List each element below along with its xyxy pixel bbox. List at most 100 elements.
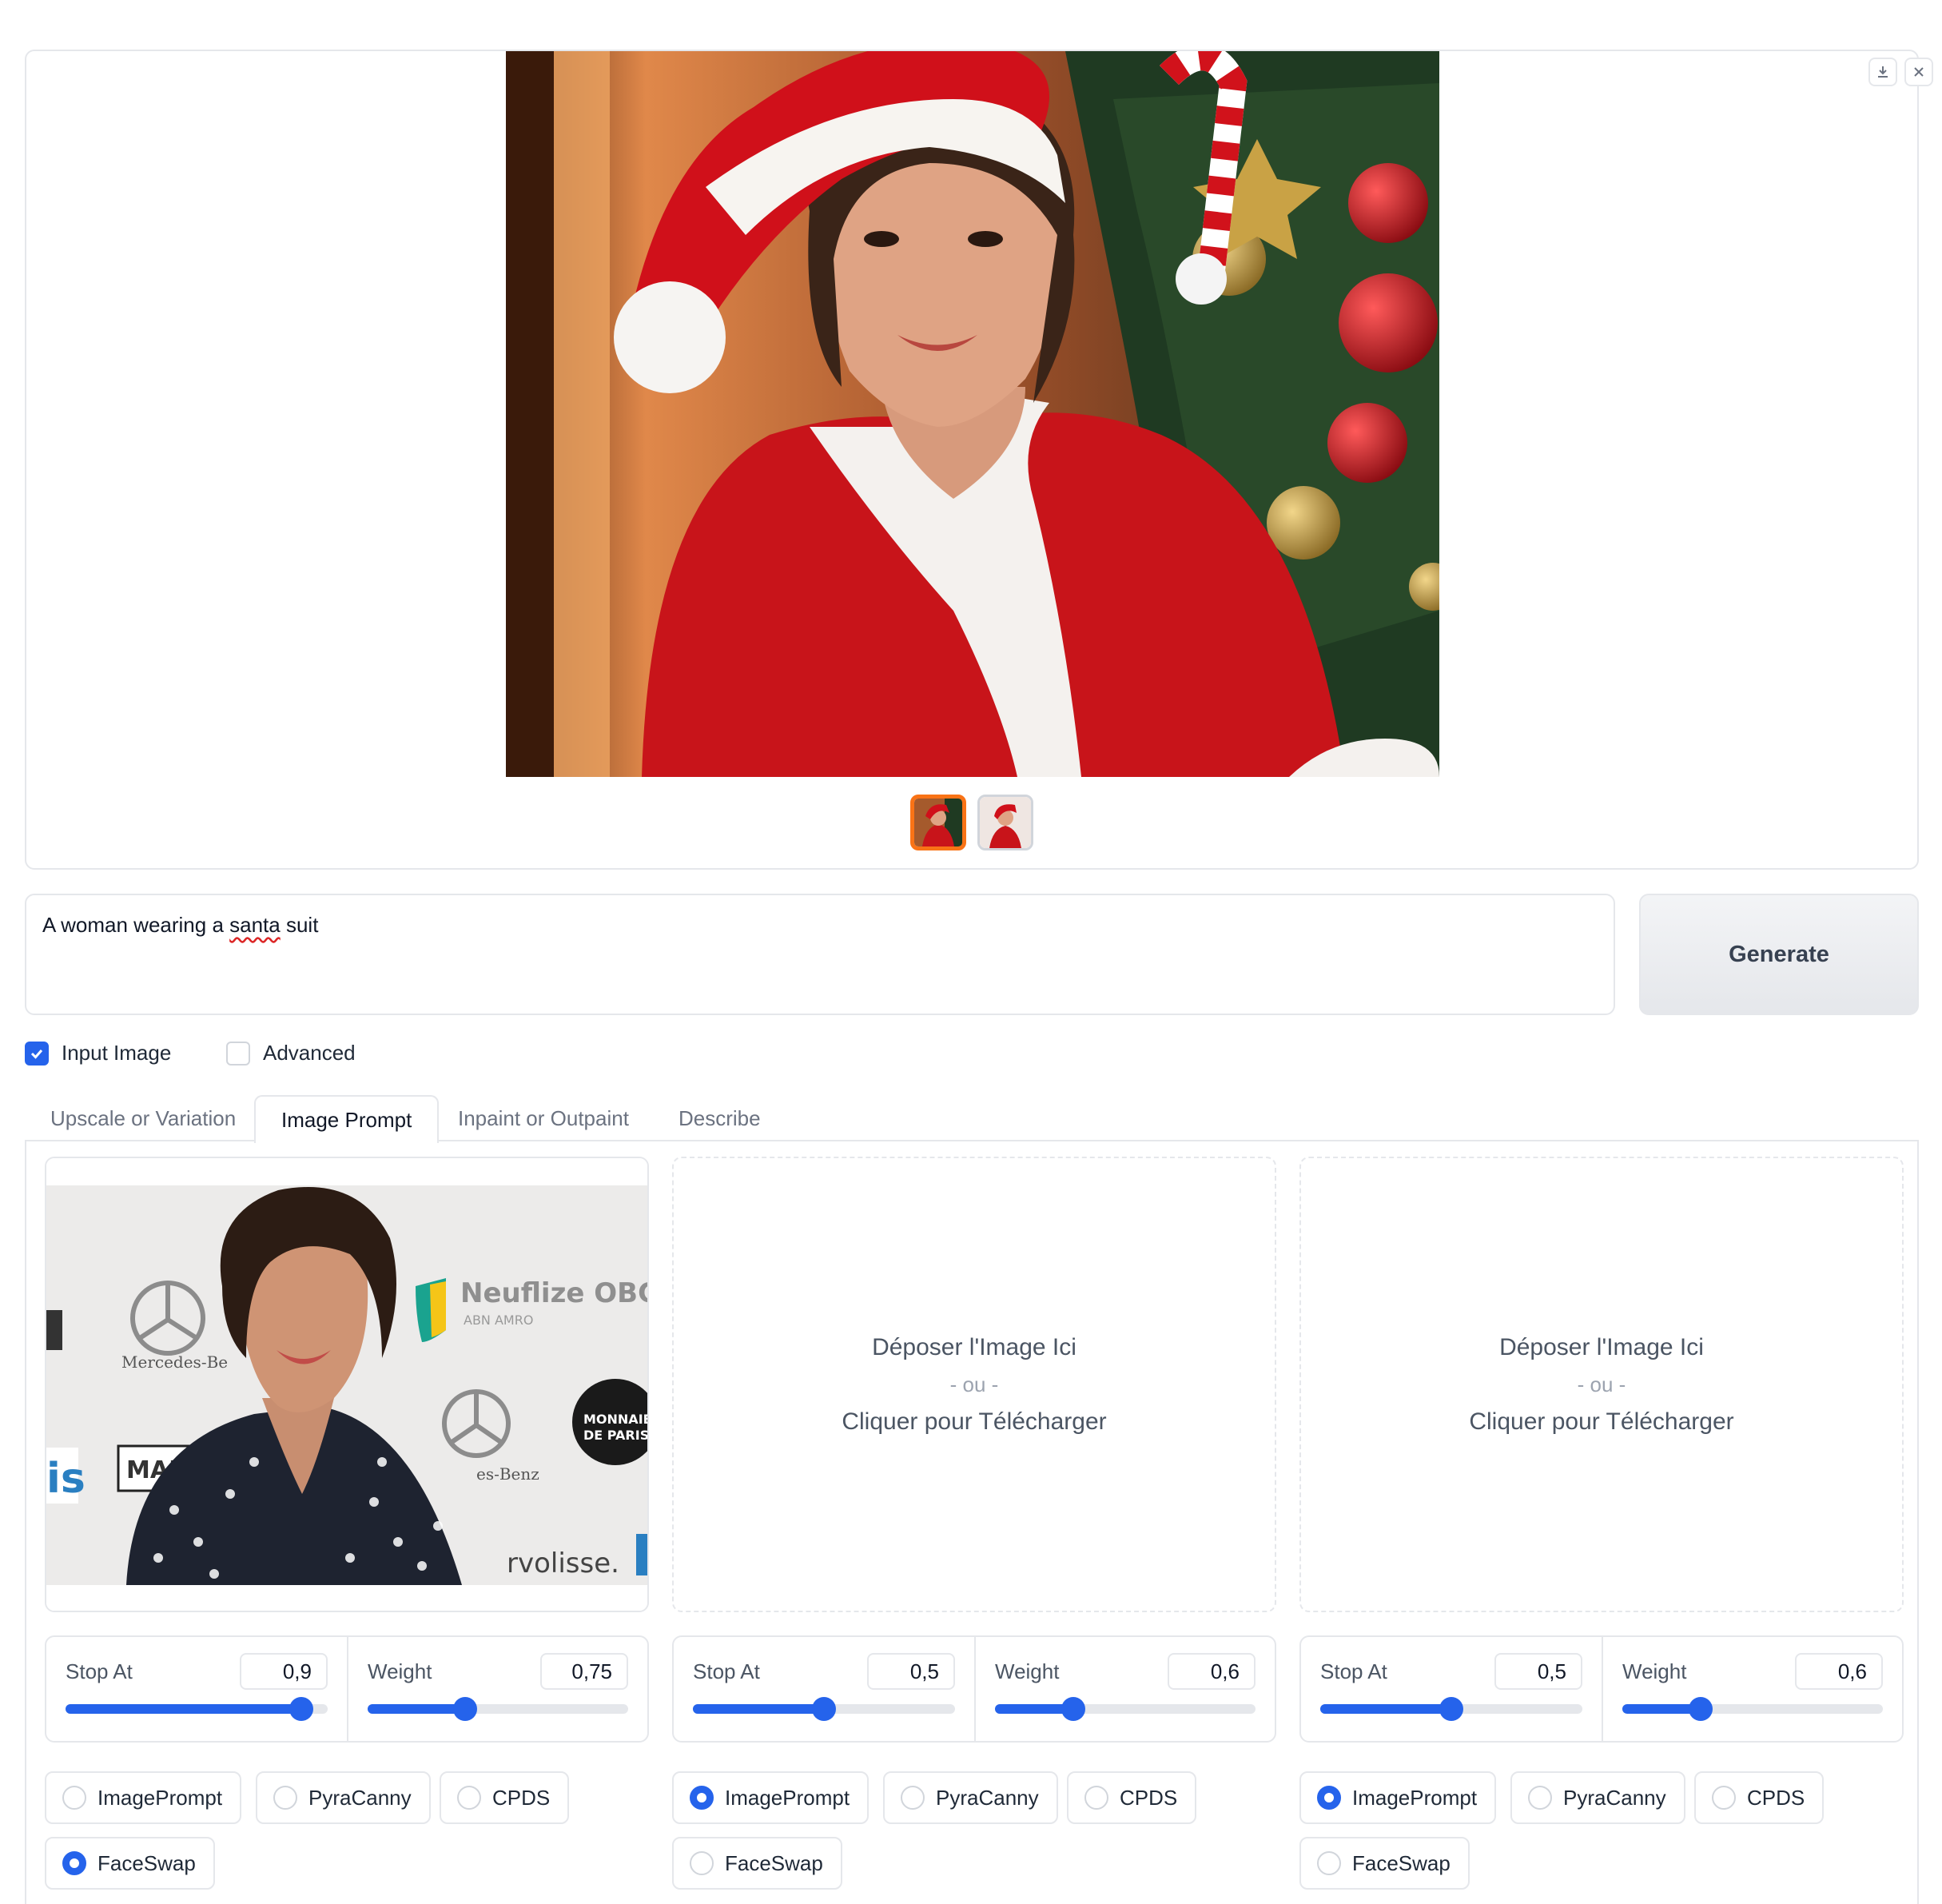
- advanced-checkbox[interactable]: [226, 1041, 250, 1066]
- weight-handle[interactable]: [1688, 1697, 1713, 1721]
- gallery-thumbnails: [910, 795, 1033, 850]
- radio-imageprompt-1[interactable]: ImagePrompt: [45, 1771, 242, 1824]
- benz-text: es-Benz: [476, 1464, 539, 1484]
- stop-at-value-input[interactable]: 0,9: [240, 1653, 328, 1690]
- weight-value-input[interactable]: 0,6: [1795, 1653, 1883, 1690]
- weight-track[interactable]: [1622, 1697, 1883, 1721]
- radio-label: PyraCanny: [308, 1785, 412, 1810]
- slider-group-1: Stop At 0,9 Weight 0,75: [45, 1635, 649, 1743]
- stop-at-slider-3[interactable]: Stop At 0,5: [1301, 1637, 1602, 1741]
- de-paris-text: DE PARIS: [583, 1428, 649, 1443]
- radio-cpds-2[interactable]: CPDS: [1067, 1771, 1197, 1824]
- weight-value-input[interactable]: 0,75: [540, 1653, 628, 1690]
- radio-label: CPDS: [1747, 1785, 1805, 1810]
- image-upload-dropzone-3[interactable]: Déposer l'Image Ici - ou - Cliquer pour …: [1299, 1157, 1904, 1612]
- thumbnail-1[interactable]: [910, 795, 966, 850]
- stop-at-track[interactable]: [693, 1697, 955, 1721]
- radio-circle: [1528, 1786, 1552, 1810]
- stop-at-slider-2[interactable]: Stop At 0,5: [674, 1637, 974, 1741]
- close-button[interactable]: [1904, 58, 1933, 86]
- drop-instruction: Déposer l'Image Ici: [872, 1333, 1076, 1360]
- weight-label: Weight: [1622, 1659, 1687, 1683]
- radio-circle: [457, 1786, 481, 1810]
- radio-pyracanny-1[interactable]: PyraCanny: [256, 1771, 431, 1824]
- weight-label: Weight: [368, 1659, 432, 1683]
- weight-handle[interactable]: [1061, 1697, 1085, 1721]
- prompt-text-part2: suit: [280, 913, 319, 937]
- radio-cpds-3[interactable]: CPDS: [1694, 1771, 1825, 1824]
- download-icon: [1878, 66, 1888, 78]
- radio-label: FaceSwap: [1352, 1850, 1451, 1875]
- advanced-option[interactable]: Advanced: [226, 1041, 356, 1066]
- weight-handle[interactable]: [453, 1697, 478, 1721]
- checkmark-icon: [30, 1049, 43, 1059]
- stop-at-slider-1[interactable]: Stop At 0,9: [46, 1637, 347, 1741]
- stop-at-handle[interactable]: [289, 1697, 314, 1721]
- radio-faceswap-1[interactable]: FaceSwap: [45, 1837, 215, 1890]
- tab-image-prompt[interactable]: Image Prompt: [254, 1095, 440, 1143]
- drop-separator: - ou -: [1577, 1372, 1626, 1396]
- weight-slider-2[interactable]: Weight 0,6: [974, 1637, 1275, 1741]
- radio-faceswap-2[interactable]: FaceSwap: [672, 1837, 842, 1890]
- drop-separator: - ou -: [949, 1372, 999, 1396]
- radio-circle: [273, 1786, 297, 1810]
- advanced-label: Advanced: [263, 1041, 356, 1065]
- stop-at-value-input[interactable]: 0,5: [867, 1653, 955, 1690]
- radio-circle-selected: [690, 1786, 714, 1810]
- weight-label: Weight: [995, 1659, 1060, 1683]
- input-tabs: Upscale or Variation Image Prompt Inpain…: [25, 1095, 1919, 1143]
- radio-imageprompt-2[interactable]: ImagePrompt: [672, 1771, 870, 1824]
- radio-pyracanny-3[interactable]: PyraCanny: [1510, 1771, 1685, 1824]
- stop-at-label: Stop At: [66, 1659, 133, 1683]
- stop-at-track[interactable]: [66, 1697, 328, 1721]
- monnaie-text: MONNAIE: [583, 1412, 649, 1427]
- radio-imageprompt-3[interactable]: ImagePrompt: [1299, 1771, 1497, 1824]
- download-button[interactable]: [1868, 58, 1897, 86]
- stop-at-value-input[interactable]: 0,5: [1494, 1653, 1582, 1690]
- mercedes-text: Mercedes-Be: [121, 1352, 228, 1372]
- thumbnail-2[interactable]: [977, 795, 1033, 850]
- image-upload-dropzone-2[interactable]: Déposer l'Image Ici - ou - Cliquer pour …: [672, 1157, 1276, 1612]
- stop-at-track[interactable]: [1320, 1697, 1582, 1721]
- weight-slider-3[interactable]: Weight 0,6: [1602, 1637, 1902, 1741]
- volisse-text: rvolisse.: [507, 1547, 619, 1579]
- weight-value-input[interactable]: 0,6: [1168, 1653, 1256, 1690]
- radio-label: FaceSwap: [97, 1850, 196, 1875]
- radio-circle: [62, 1786, 86, 1810]
- radio-label: ImagePrompt: [97, 1785, 223, 1810]
- radio-label: CPDS: [492, 1785, 551, 1810]
- generate-button[interactable]: Generate: [1639, 894, 1919, 1015]
- input-image-checkbox[interactable]: [25, 1041, 49, 1066]
- input-image-option[interactable]: Input Image: [25, 1041, 171, 1066]
- radio-circle-selected: [62, 1851, 86, 1875]
- generated-image-preview[interactable]: [506, 51, 1439, 777]
- tab-upscale-or-variation[interactable]: Upscale or Variation: [25, 1095, 261, 1141]
- abn-amro-text: ABN AMRO: [464, 1312, 533, 1328]
- is-text: is: [46, 1455, 86, 1503]
- radio-label: FaceSwap: [725, 1850, 823, 1875]
- click-to-upload: Cliquer pour Télécharger: [1469, 1408, 1734, 1435]
- weight-track[interactable]: [368, 1697, 628, 1721]
- input-image-label: Input Image: [62, 1041, 172, 1065]
- radio-label: CPDS: [1120, 1785, 1178, 1810]
- weight-slider-1[interactable]: Weight 0,75: [347, 1637, 647, 1741]
- radio-circle: [1084, 1786, 1108, 1810]
- output-gallery: [25, 50, 1933, 870]
- radio-faceswap-3[interactable]: FaceSwap: [1299, 1837, 1470, 1890]
- radio-circle: [901, 1786, 925, 1810]
- slider-group-2: Stop At 0,5 Weight 0,6: [672, 1635, 1276, 1743]
- radio-cpds-1[interactable]: CPDS: [440, 1771, 570, 1824]
- stop-at-label: Stop At: [693, 1659, 760, 1683]
- radio-pyracanny-2[interactable]: PyraCanny: [883, 1771, 1058, 1824]
- radio-label: PyraCanny: [1563, 1785, 1666, 1810]
- tab-describe[interactable]: Describe: [653, 1095, 786, 1141]
- stop-at-handle[interactable]: [1439, 1697, 1463, 1721]
- tab-inpaint-or-outpaint[interactable]: Inpaint or Outpaint: [432, 1095, 655, 1141]
- stop-at-handle[interactable]: [812, 1697, 836, 1721]
- weight-track[interactable]: [995, 1697, 1256, 1721]
- radio-circle-selected: [1317, 1786, 1341, 1810]
- prompt-textarea[interactable]: A woman wearing a santa suit: [25, 894, 1615, 1015]
- radio-circle: [1712, 1786, 1736, 1810]
- neuflize-text: Neuflize OBC: [460, 1277, 649, 1309]
- image-prompt-slot-1[interactable]: Neuflize OBC ABN AMRO Mercedes-Be es-Ben…: [45, 1157, 649, 1612]
